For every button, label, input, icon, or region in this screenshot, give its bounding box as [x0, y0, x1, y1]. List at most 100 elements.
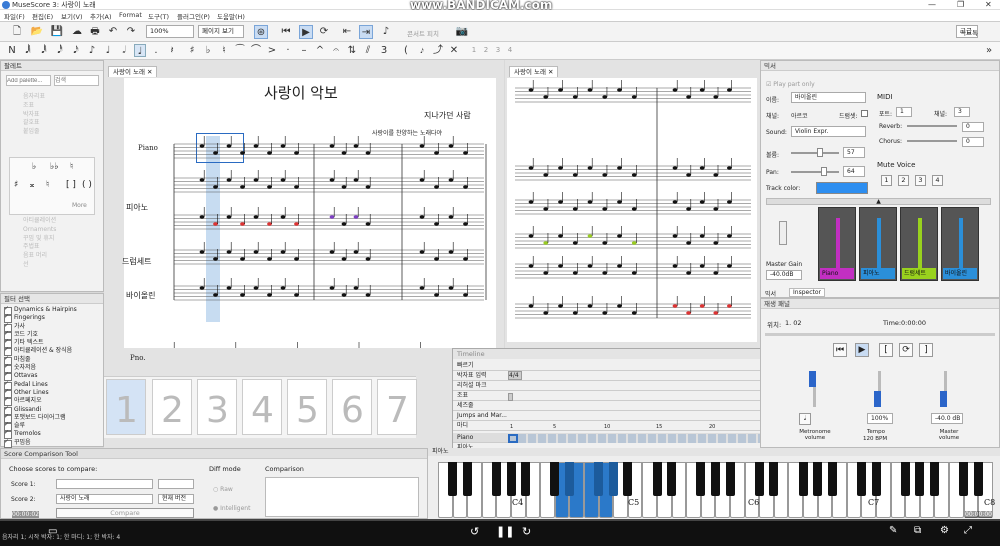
- mixer-channel[interactable]: Piano: [818, 207, 856, 281]
- tie-icon[interactable]: ⁀: [234, 44, 246, 57]
- notehead[interactable]: [617, 166, 622, 170]
- notehead[interactable]: [329, 144, 335, 148]
- rewind-icon[interactable]: ⏮: [833, 343, 847, 357]
- black-key[interactable]: [871, 462, 881, 496]
- tempo-spinbox[interactable]: 100%: [867, 413, 893, 424]
- bend-icon[interactable]: ⤴: [432, 44, 444, 57]
- page-thumb-1[interactable]: 1: [106, 379, 146, 435]
- crop-icon[interactable]: ⧉: [914, 525, 921, 536]
- notehead[interactable]: [329, 286, 335, 290]
- notehead[interactable]: [587, 200, 593, 204]
- filter-item[interactable]: Glissandi: [1, 405, 105, 415]
- notehead[interactable]: [253, 215, 259, 219]
- notehead[interactable]: [294, 293, 299, 297]
- notehead[interactable]: [226, 144, 232, 148]
- quarter-sharp-icon[interactable]: ♮: [46, 180, 49, 190]
- notehead[interactable]: [686, 207, 691, 211]
- filter-item[interactable]: 슬루: [1, 421, 105, 432]
- note-half-icon[interactable]: 𝅗𝅥: [118, 44, 130, 57]
- filter-item[interactable]: 포맷보드 다이어그램: [1, 413, 105, 424]
- notehead[interactable]: [213, 222, 218, 226]
- notehead[interactable]: [699, 200, 705, 204]
- notehead[interactable]: [713, 207, 719, 211]
- notehead[interactable]: [463, 151, 468, 155]
- notehead[interactable]: [672, 304, 678, 308]
- black-key[interactable]: [725, 462, 735, 496]
- notehead[interactable]: [365, 293, 371, 297]
- notehead[interactable]: [543, 207, 549, 211]
- page-thumb-3[interactable]: 3: [197, 379, 237, 435]
- notehead[interactable]: [686, 271, 691, 275]
- notehead[interactable]: [365, 185, 371, 189]
- notehead[interactable]: [294, 185, 299, 189]
- notehead[interactable]: [727, 234, 732, 238]
- black-key[interactable]: [594, 462, 604, 496]
- track-color-swatch[interactable]: [816, 182, 868, 194]
- notehead[interactable]: [543, 173, 549, 177]
- comparison-view[interactable]: [265, 477, 419, 517]
- volume-spinbox[interactable]: 57: [843, 147, 865, 158]
- notehead[interactable]: [341, 151, 347, 155]
- score2-select[interactable]: 사랑이 노래: [56, 494, 153, 504]
- notehead[interactable]: [463, 222, 468, 226]
- notehead[interactable]: [419, 144, 425, 148]
- tab-score-left[interactable]: 사랑이 노래 ✕: [108, 66, 158, 77]
- fullscreen-icon[interactable]: ⤢: [964, 525, 972, 536]
- notehead[interactable]: [602, 173, 608, 177]
- menu-edit[interactable]: 편집(E): [32, 11, 53, 21]
- loop-icon[interactable]: ⟳: [899, 343, 913, 357]
- undo-icon[interactable]: ↶: [106, 25, 120, 39]
- drumset-checkbox[interactable]: [861, 110, 868, 117]
- notehead[interactable]: [686, 173, 691, 177]
- notehead[interactable]: [294, 257, 299, 261]
- notehead[interactable]: [294, 222, 299, 226]
- notehead[interactable]: [199, 178, 205, 182]
- notehead[interactable]: [528, 88, 534, 92]
- notehead[interactable]: [280, 178, 286, 182]
- note-16th-icon[interactable]: 𝅘𝅥𝅯: [70, 44, 82, 57]
- notehead[interactable]: [419, 178, 425, 182]
- palette-item[interactable]: 꾸밈 및 휴지: [1, 235, 105, 244]
- notehead[interactable]: [631, 173, 637, 177]
- parentheses-icon[interactable]: ( ): [82, 180, 92, 190]
- notehead[interactable]: [294, 151, 299, 155]
- black-key[interactable]: [550, 462, 560, 496]
- black-key[interactable]: [521, 462, 531, 496]
- filter-item[interactable]: 꾸밈음: [1, 438, 105, 449]
- notehead[interactable]: [240, 222, 245, 226]
- black-key[interactable]: [798, 462, 808, 496]
- notehead[interactable]: [699, 166, 705, 170]
- notehead[interactable]: [686, 241, 691, 245]
- notehead[interactable]: [240, 151, 245, 155]
- notehead[interactable]: [267, 185, 272, 189]
- part-name-field[interactable]: 바이올린: [791, 92, 866, 103]
- notehead[interactable]: [602, 311, 608, 315]
- notehead[interactable]: [602, 271, 608, 275]
- black-key[interactable]: [491, 462, 501, 496]
- notehead[interactable]: [448, 144, 454, 148]
- time-signature-marker[interactable]: 4/4: [508, 371, 522, 380]
- black-key[interactable]: [623, 462, 633, 496]
- notehead[interactable]: [543, 311, 549, 315]
- filter-item[interactable]: 아티큘레이션 & 장식음: [1, 346, 105, 357]
- forward-30-icon[interactable]: ↻: [522, 525, 531, 538]
- notehead[interactable]: [267, 293, 272, 297]
- page-thumb-6[interactable]: 6: [332, 379, 372, 435]
- notehead[interactable]: [587, 88, 593, 92]
- filter-item[interactable]: 아르페지오: [1, 396, 105, 407]
- sharp-icon[interactable]: ♯: [14, 180, 18, 190]
- master-volume-spinbox[interactable]: -40.0 dB: [931, 413, 963, 424]
- notehead[interactable]: [631, 95, 637, 99]
- filter-item[interactable]: Fingerings: [1, 313, 105, 324]
- menu-plugins[interactable]: 플러그인(P): [177, 11, 210, 21]
- notehead[interactable]: [572, 207, 578, 211]
- raw-radio[interactable]: ○ Raw: [213, 486, 233, 493]
- notehead[interactable]: [572, 241, 578, 245]
- note-input-icon[interactable]: N: [6, 44, 18, 57]
- channel-fader[interactable]: [836, 218, 840, 270]
- pan-spinbox[interactable]: 64: [843, 166, 865, 177]
- note-rest-icon[interactable]: 𝄽: [166, 44, 178, 57]
- notehead[interactable]: [434, 257, 439, 261]
- palette-item[interactable]: 아티큘레이션: [1, 217, 105, 226]
- double-flat-icon[interactable]: ♭♭: [50, 162, 59, 172]
